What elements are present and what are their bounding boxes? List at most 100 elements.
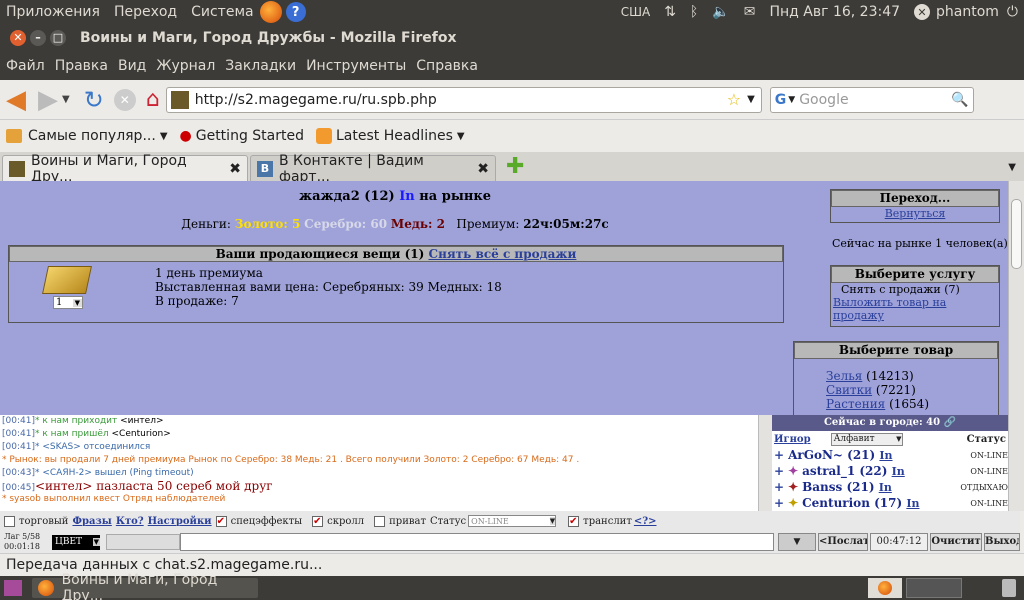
user-in-link[interactable]: In [892,465,905,478]
service-put-on-sale[interactable]: Выложить товар на продажу [831,296,999,322]
url-bar[interactable]: http://s2.magegame.ru/ru.spb.php ☆ ▼ [165,86,762,113]
translit-help-link[interactable]: <?> [634,516,657,527]
color-select[interactable]: ЦВЕТ ▼ [52,534,100,550]
remove-all-link[interactable]: Снять всё с продажи [429,247,577,261]
bookmark-most-visited[interactable]: Самые популяр... [28,128,156,144]
ignore-link[interactable]: Игнор [774,434,811,445]
scroll-checkbox[interactable]: ✔ [312,515,324,527]
sort-select[interactable]: Алфавит ▼ [830,432,903,446]
keyboard-layout[interactable]: США [621,5,650,19]
qty-select[interactable]: 1 ▼ [53,296,83,309]
send-button[interactable]: <Послат [818,533,868,551]
goods-link[interactable]: Свитки [826,383,872,397]
show-desktop-icon[interactable] [4,580,22,596]
tab-close-icon[interactable]: ✖ [229,161,241,177]
tab-close-icon[interactable]: ✖ [477,161,489,177]
menu-tools[interactable]: Инструменты [306,58,406,74]
user-name[interactable]: ArGoN~ (21) [788,448,875,462]
menu-view[interactable]: Вид [118,58,146,74]
send-dropdown-icon[interactable]: ▼ [778,533,816,551]
status-select[interactable]: ON-LINE ▼ [468,515,557,527]
history-dropdown-icon[interactable]: ▼ [62,94,70,105]
user-row[interactable]: + ✦ astral_1 (22) In ON-LINE [772,463,1008,479]
session-close-icon[interactable]: ✕ [914,4,931,20]
goods-link[interactable]: Растения [826,397,885,411]
menu-applications[interactable]: Приложения [6,4,100,20]
user-row[interactable]: + ✦ Banss (21) In ОТДЫХАЮ [772,479,1008,495]
private-checkbox[interactable] [374,515,386,527]
smiley-field[interactable] [106,534,180,550]
help-icon[interactable]: ? [285,2,306,22]
volume-icon[interactable]: 🔈 [712,4,729,20]
workspace-firefox-icon[interactable] [868,578,902,598]
google-icon[interactable]: G [775,92,787,108]
home-icon[interactable]: ⌂ [146,87,160,112]
clear-button[interactable]: Очистит [930,533,982,551]
search-engine-dropdown-icon[interactable]: ▼ [788,95,795,105]
who-link[interactable]: Кто? [116,516,144,527]
network-icon[interactable]: ⇅ [664,4,676,20]
workspace-switcher[interactable] [906,578,962,598]
forward-icon[interactable]: ▶ [38,85,58,115]
translit-checkbox[interactable]: ✔ [568,515,580,527]
bookmark-star-icon[interactable]: ☆ [727,90,741,109]
menu-bookmarks[interactable]: Закладки [225,58,296,74]
user-name[interactable]: astral_1 (22) [802,464,887,478]
menu-history[interactable]: Журнал [156,58,215,74]
mail-icon[interactable]: ✉ [744,4,756,20]
user-in-link[interactable]: In [879,481,892,494]
menu-file[interactable]: Файл [6,58,45,74]
user-row[interactable]: + ✦ Centurion (17) In ON-LINE [772,495,1008,511]
url-text[interactable]: http://s2.magegame.ru/ru.spb.php [195,92,727,108]
tab-strip: Воины и Маги, Город Дру... ✖ B В Контакт… [0,152,1024,185]
new-tab-icon[interactable]: ✚ [506,154,524,179]
goods-link[interactable]: Зелья [826,369,862,383]
chat-scrollbar[interactable] [758,415,772,511]
url-dropdown-icon[interactable]: ▼ [747,94,755,105]
menu-places[interactable]: Переход [114,4,177,20]
stop-icon[interactable]: ✕ [113,88,136,111]
tab-active[interactable]: Воины и Маги, Город Дру... ✖ [2,153,248,185]
effects-checkbox[interactable]: ✔ [215,515,227,527]
menu-system[interactable]: Система [191,4,253,20]
bluetooth-icon[interactable]: ᛒ [690,4,698,20]
page-scrollbar[interactable] [1008,181,1024,415]
settings-link[interactable]: Настройки [148,516,212,527]
back-link[interactable]: Вернуться [831,207,999,220]
chevron-down-icon[interactable]: ▼ [457,131,465,142]
phrases-link[interactable]: Фразы [72,516,111,527]
search-box[interactable]: G ▼ Google 🔍 [769,86,974,113]
panel-username[interactable]: phantom [936,4,999,20]
reload-icon[interactable]: ↻ [84,86,104,114]
trash-icon[interactable] [1002,579,1016,597]
power-icon[interactable]: ⏻ [1007,4,1018,20]
tab-vkontakte[interactable]: B В Контакте | Вадим фарт... ✖ [250,153,496,185]
user-in-link[interactable]: In [879,449,892,462]
chevron-down-icon[interactable]: ▼ [160,131,168,142]
user-in-link[interactable]: In [906,497,919,510]
window-maximize-icon[interactable]: □ [50,30,66,46]
bookmark-latest-headlines[interactable]: Latest Headlines [336,128,453,144]
player-in-link[interactable]: In [399,189,415,204]
menu-edit[interactable]: Правка [55,58,108,74]
window-minimize-icon[interactable]: – [30,30,46,46]
service-remove[interactable]: Снять с продажи (7) [831,283,999,296]
users-scrollbar[interactable] [1008,415,1024,511]
bookmark-getting-started[interactable]: Getting Started [196,128,304,144]
taskbar-window-firefox[interactable]: Воины и Маги, Город Дру... [32,572,258,600]
chat-message-input[interactable] [180,533,774,551]
search-input[interactable]: Google [799,92,951,108]
window-close-icon[interactable]: ✕ [10,30,26,46]
back-icon[interactable]: ◀ [6,85,26,115]
search-icon[interactable]: 🔍 [951,92,968,108]
user-name[interactable]: Centurion (17) [802,496,902,510]
user-name[interactable]: Banss (21) [802,480,874,494]
menu-help[interactable]: Справка [416,58,478,74]
user-row[interactable]: + ArGoN~ (21) In ON-LINE [772,447,1008,463]
page-scroll-thumb[interactable] [1011,199,1022,269]
trade-checkbox[interactable] [4,515,15,527]
exit-button[interactable]: Выход [984,533,1020,551]
tab-list-icon[interactable]: ▼ [1008,162,1016,173]
panel-clock[interactable]: Пнд Авг 16, 23:47 [770,4,901,20]
firefox-launcher-icon[interactable] [259,1,282,23]
